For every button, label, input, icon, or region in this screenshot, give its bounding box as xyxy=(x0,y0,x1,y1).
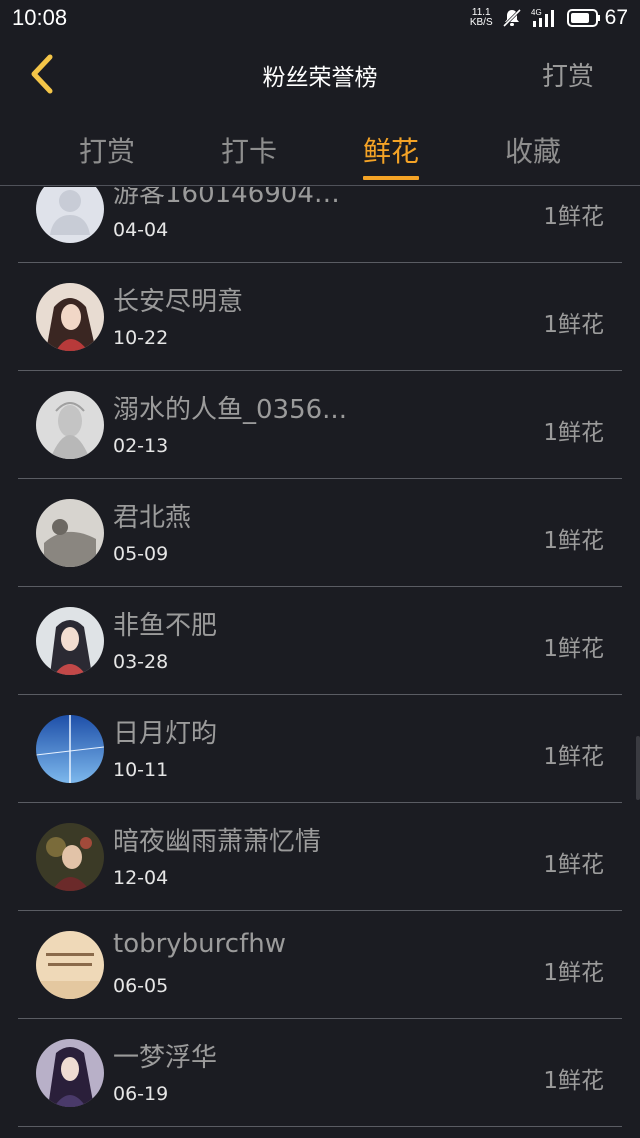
list-item[interactable]: 暗夜幽雨萧萧忆情 12-04 1鲜花 xyxy=(0,803,640,911)
list-item[interactable]: 日月灯昀 10-11 1鲜花 xyxy=(0,695,640,803)
status-bar: 10:08 11.1 KB/S 4G 67 xyxy=(0,0,640,36)
list-item[interactable]: 游客1601469047... 04-04 1鲜花 xyxy=(0,187,640,263)
status-time: 10:08 xyxy=(12,5,68,30)
user-name: 日月灯昀 xyxy=(113,719,218,749)
scrollbar[interactable] xyxy=(636,736,640,800)
list-item[interactable]: 一梦浮华 06-19 1鲜花 xyxy=(0,1019,640,1127)
send-date: 05-09 xyxy=(113,543,169,565)
send-date: 02-13 xyxy=(113,435,169,457)
flower-count: 1鲜花 xyxy=(543,744,604,770)
list-item[interactable]: 君北燕 05-09 1鲜花 xyxy=(0,479,640,587)
send-date: 10-22 xyxy=(113,327,169,349)
signal-icon: 4G xyxy=(531,7,559,29)
list-item[interactable]: tobryburcfhw 06-05 1鲜花 xyxy=(0,911,640,1019)
battery-level: 67 xyxy=(604,6,628,29)
default-avatar-icon xyxy=(36,187,104,243)
fan-list[interactable]: 游客1601469047... 04-04 1鲜花 长安尽明意 10-22 1鲜… xyxy=(0,187,640,1138)
user-name: 溺水的人鱼_0356... xyxy=(113,395,347,425)
tab-bar: 打赏 打卡 鲜花 收藏 xyxy=(0,118,640,186)
send-date: 10-11 xyxy=(113,759,169,781)
list-item[interactable]: 长安尽明意 10-22 1鲜花 xyxy=(0,263,640,371)
user-avatar xyxy=(36,715,104,783)
flower-count: 1鲜花 xyxy=(543,420,604,446)
list-item[interactable]: 溺水的人鱼_0356... 02-13 1鲜花 xyxy=(0,371,640,479)
tab-favorites[interactable]: 收藏 xyxy=(478,130,588,170)
net-speed-unit: KB/S xyxy=(469,17,493,28)
user-name: 暗夜幽雨萧萧忆情 xyxy=(113,827,322,857)
net-speed: 11.1 KB/S xyxy=(470,8,493,28)
flower-count: 1鲜花 xyxy=(543,636,604,662)
user-avatar xyxy=(36,499,104,567)
network-type: 4G xyxy=(531,8,542,17)
send-date: 06-05 xyxy=(113,975,169,997)
status-icons: 11.1 KB/S 4G 67 xyxy=(470,6,628,30)
divider xyxy=(18,1126,622,1127)
tab-flowers[interactable]: 鲜花 xyxy=(336,130,446,170)
send-date: 06-19 xyxy=(113,1083,169,1105)
send-date: 04-04 xyxy=(113,219,169,241)
flower-count: 1鲜花 xyxy=(543,1068,604,1094)
user-avatar xyxy=(36,1039,104,1107)
user-name: 一梦浮华 xyxy=(113,1043,218,1073)
battery: 67 xyxy=(566,6,628,30)
send-date: 12-04 xyxy=(113,867,169,889)
user-avatar xyxy=(36,283,104,351)
user-name: 君北燕 xyxy=(113,503,192,533)
tab-reward[interactable]: 打赏 xyxy=(52,130,162,170)
user-name: tobryburcfhw xyxy=(113,929,286,959)
flower-count: 1鲜花 xyxy=(543,204,604,230)
tab-checkin[interactable]: 打卡 xyxy=(194,130,304,170)
flower-count: 1鲜花 xyxy=(543,312,604,338)
user-avatar xyxy=(36,931,104,999)
flower-count: 1鲜花 xyxy=(543,852,604,878)
user-name: 非鱼不肥 xyxy=(113,611,218,641)
send-date: 03-28 xyxy=(113,651,169,673)
user-name: 游客1601469047... xyxy=(113,187,353,209)
battery-icon xyxy=(566,9,601,27)
user-avatar xyxy=(36,607,104,675)
flower-count: 1鲜花 xyxy=(543,528,604,554)
user-name: 长安尽明意 xyxy=(113,287,244,317)
user-avatar xyxy=(36,823,104,891)
active-tab-indicator xyxy=(363,176,419,180)
header: 粉丝荣誉榜 打赏 xyxy=(0,40,640,110)
reward-button[interactable]: 打赏 xyxy=(542,56,594,93)
list-item[interactable]: 非鱼不肥 03-28 1鲜花 xyxy=(0,587,640,695)
notification-muted-icon xyxy=(501,7,523,29)
flower-count: 1鲜花 xyxy=(543,960,604,986)
user-avatar xyxy=(36,391,104,459)
